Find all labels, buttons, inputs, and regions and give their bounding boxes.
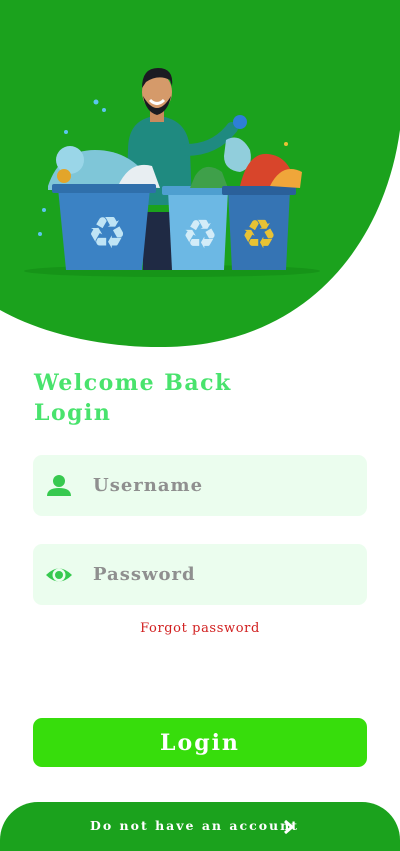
signup-label: Do not have an account [90,818,299,833]
person-icon [45,472,73,500]
svg-text:♻: ♻ [182,212,218,258]
eye-icon[interactable] [45,561,73,589]
hero-background: ♻ ♻ ♻ [0,0,400,348]
svg-text:♻: ♻ [241,212,277,258]
username-input[interactable] [93,455,353,516]
welcome-heading: Welcome Back Login [34,368,232,428]
login-button[interactable]: Login [33,718,367,767]
forgot-password-link[interactable]: Forgot password [0,621,400,636]
password-field[interactable] [33,544,367,605]
password-input[interactable] [93,544,353,605]
welcome-line-2: Login [34,400,112,426]
chevron-right-icon [282,819,296,835]
hero-banner: ♻ ♻ ♻ [0,0,400,350]
signup-bar[interactable]: Do not have an account [0,802,400,851]
svg-text:♻: ♻ [87,208,126,259]
welcome-line-1: Welcome Back [34,370,232,396]
username-field[interactable] [33,455,367,516]
